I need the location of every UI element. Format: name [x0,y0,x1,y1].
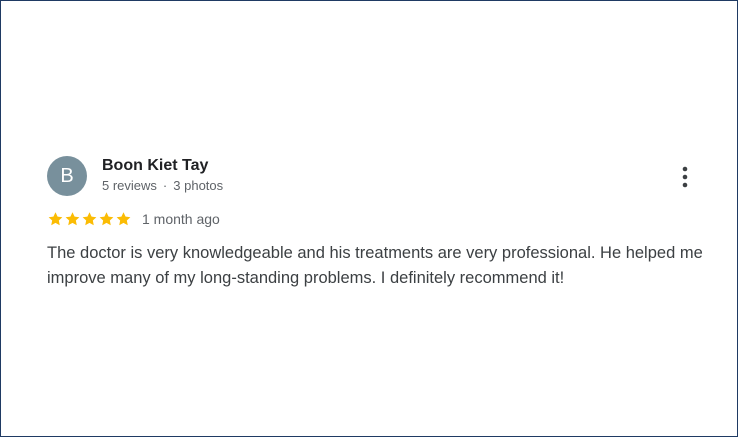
more-options-button[interactable] [679,166,691,188]
meta-separator: · [162,178,168,193]
star-icon [82,212,97,226]
star-icon [116,212,131,226]
star-rating [47,211,132,227]
star-icon [65,212,80,226]
star-icon [48,212,63,226]
more-vert-icon [682,166,688,188]
review-card-frame: B Boon Kiet Tay 5 reviews · 3 photos 1 mon… [0,0,738,437]
photos-count: 3 photos [173,178,224,193]
review-item: B Boon Kiet Tay 5 reviews · 3 photos 1 mon… [47,156,707,291]
author-name[interactable]: Boon Kiet Tay [102,156,223,176]
star-icon [99,212,114,226]
review-text: The doctor is very knowledgeable and his… [47,244,703,287]
author-info: Boon Kiet Tay 5 reviews · 3 photos [102,156,223,195]
reviews-count: 5 reviews [102,178,157,193]
review-header: B Boon Kiet Tay 5 reviews · 3 photos [47,156,707,198]
author-meta: 5 reviews · 3 photos [102,177,223,195]
avatar[interactable]: B [47,156,87,196]
rating-row: 1 month ago [47,210,707,228]
review-time: 1 month ago [142,211,220,227]
